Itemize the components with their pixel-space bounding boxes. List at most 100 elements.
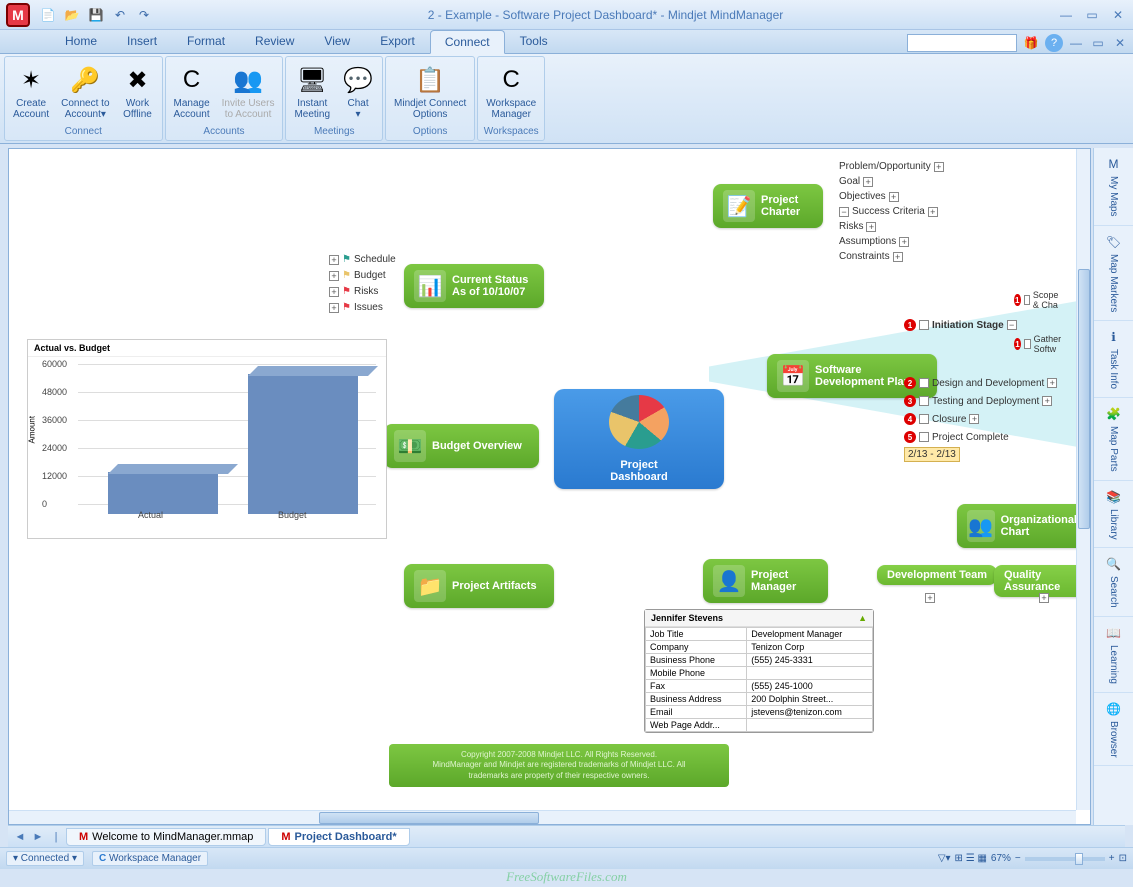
artifacts-label: Project Artifacts [452,580,537,592]
tab-export[interactable]: Export [365,29,430,53]
tab-nav-next[interactable]: ► [30,831,46,843]
pie-chart-icon [609,395,669,449]
minimize-button[interactable]: — [1057,8,1075,22]
sidetab-library[interactable]: 📚Library [1094,481,1133,549]
status-item[interactable]: + ⚑ Issues [329,302,383,313]
redo-icon[interactable]: ↷ [134,5,154,25]
contact-card[interactable]: Jennifer Stevens ▲ Job TitleDevelopment … [644,609,874,733]
new-doc-icon[interactable]: 📄 [38,5,58,25]
tab-view[interactable]: View [309,29,365,53]
search-input[interactable] [907,34,1017,52]
node-budget[interactable]: 💵 Budget Overview [384,424,539,468]
fit-icon[interactable]: ⊡ [1119,853,1127,864]
maximize-button[interactable]: ▭ [1083,8,1101,22]
zoom-thumb[interactable] [1075,853,1083,865]
status-item[interactable]: + ⚑ Schedule [329,254,396,265]
charter-item[interactable]: Assumptions + [839,236,909,247]
node-center[interactable]: Project Dashboard [554,389,724,489]
collapse-icon[interactable]: ▲ [858,613,867,623]
scrollbar-vertical[interactable] [1076,149,1090,810]
close-button[interactable]: ✕ [1109,8,1127,22]
ribbon-label: Workspace Manager [486,98,536,120]
ribbon-mindjet-connect-options[interactable]: 📋Mindjet Connect Options [388,59,472,125]
doctab-dashboard[interactable]: M Project Dashboard* [268,828,409,846]
node-charter[interactable]: 📝 Project Charter [713,184,823,228]
undo-icon[interactable]: ↶ [110,5,130,25]
plan-item[interactable]: 3 Testing and Deployment + [904,395,1052,407]
ribbon: ✶Create Account🔑Connect to Account▾✖Work… [0,54,1133,144]
xtick: Actual [138,510,163,520]
contact-value [747,719,873,732]
node-devplan[interactable]: 📅 Software Development Plan [767,354,937,398]
scrollbar-horizontal[interactable] [9,810,1076,824]
zoom-value: 67% [991,853,1011,864]
calendar-icon: 📅 [777,360,809,392]
sidetab-my-maps[interactable]: MMy Maps [1094,148,1133,226]
plan-item[interactable]: 2 Design and Development + [904,377,1057,389]
node-status[interactable]: 📊 Current Status As of 10/10/07 [404,264,544,308]
plan-item[interactable]: 5 Project Complete [904,431,1009,443]
zoom-out-icon[interactable]: − [1015,853,1021,864]
charter-item[interactable]: Problem/Opportunity + [839,161,944,172]
ribbon-connect-to-account-[interactable]: 🔑Connect to Account▾ [55,59,115,125]
status-item[interactable]: + ⚑ Budget [329,270,386,281]
node-artifacts[interactable]: 📁 Project Artifacts [404,564,554,608]
sidetab-map-markers[interactable]: 🏷Map Markers [1094,226,1133,321]
charter-item[interactable]: Constraints + [839,251,903,262]
ribbon-icon: 👥 [232,64,264,96]
tab-tools[interactable]: Tools [505,29,563,53]
ribbon-instant-meeting[interactable]: 🖥Instant Meeting [288,59,336,125]
status-item[interactable]: + ⚑ Risks [329,286,378,297]
inner-close-button[interactable]: ✕ [1111,36,1129,50]
open-icon[interactable]: 📂 [62,5,82,25]
view-mode-icons[interactable]: ⊞ ☰ ▦ [955,853,987,864]
charter-item[interactable]: Goal + [839,176,873,187]
sidetab-learning[interactable]: 📖Learning [1094,617,1133,693]
tab-format[interactable]: Format [172,29,240,53]
tab-nav-sep: | [48,831,64,843]
plan-item[interactable]: 1 Initiation Stage − [904,319,1017,331]
save-icon[interactable]: 💾 [86,5,106,25]
sidetab-search[interactable]: 🔍Search [1094,548,1133,617]
help-icon[interactable]: ? [1045,34,1063,52]
tab-insert[interactable]: Insert [112,29,172,53]
mind-map-canvas[interactable]: Project Dashboard 📝 Project Charter Prob… [9,149,1090,824]
zoom-slider[interactable] [1025,857,1105,861]
tab-review[interactable]: Review [240,29,309,53]
ribbon-work-offline[interactable]: ✖Work Offline [116,59,160,125]
sidetab-map-parts[interactable]: 🧩Map Parts [1094,398,1133,481]
inner-minimize-button[interactable]: — [1067,36,1085,50]
plan-item[interactable]: 4 Closure + [904,413,979,425]
expand-devteam[interactable]: + [925,593,935,603]
node-orgchart[interactable]: 👥 Organizational Chart [957,504,1087,548]
doctab-welcome[interactable]: M Welcome to MindManager.mmap [66,828,266,846]
scroll-thumb-v[interactable] [1078,269,1090,529]
tab-nav-prev[interactable]: ◄ [12,831,28,843]
ribbon-manage-account[interactable]: CManage Account [168,59,216,125]
ribbon-chat-[interactable]: 💬Chat ▾ [336,59,380,125]
charter-item[interactable]: Objectives + [839,191,899,202]
filter-icon[interactable]: ▽▾ [938,853,951,864]
status-connected[interactable]: ▾ Connected ▾ [6,851,84,866]
charter-item[interactable]: Risks + [839,221,876,232]
charter-item[interactable]: − Success Criteria + [839,206,938,217]
node-pm[interactable]: 👤 Project Manager [703,559,828,603]
ytick: 12000 [42,471,67,481]
sidetab-browser[interactable]: 🌐Browser [1094,693,1133,767]
node-devteam[interactable]: Development Team [877,565,997,585]
status-workspace[interactable]: C Workspace Manager [92,851,208,866]
ribbon-group-label: Connect [7,125,160,138]
gift-icon[interactable]: 🎁 [1021,33,1041,53]
ribbon-create-account[interactable]: ✶Create Account [7,59,55,125]
zoom-in-icon[interactable]: + [1109,853,1115,864]
sidetab-task-info[interactable]: ℹTask Info [1094,321,1133,398]
devteam-label: Development Team [887,569,987,581]
scroll-thumb-h[interactable] [319,812,539,824]
contact-field: Web Page Addr... [646,719,747,732]
expand-qa[interactable]: + [1039,593,1049,603]
tab-home[interactable]: Home [50,29,112,53]
tab-connect[interactable]: Connect [430,30,505,54]
inner-restore-button[interactable]: ▭ [1089,36,1107,50]
ribbon-workspace-manager[interactable]: CWorkspace Manager [480,59,542,125]
app-icon[interactable]: M [6,3,30,27]
